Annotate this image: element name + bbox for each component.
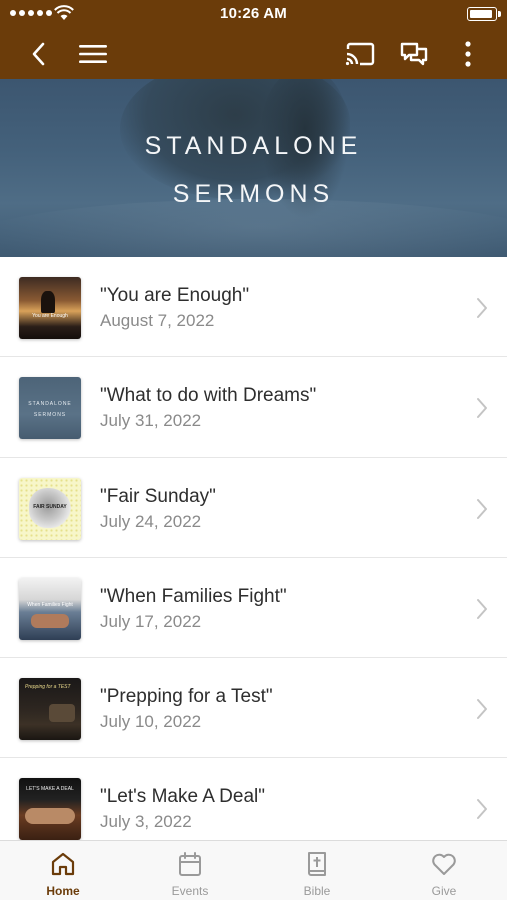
heart-icon — [432, 853, 456, 875]
tab-bible[interactable]: Bible — [254, 841, 380, 900]
sermon-date: July 24, 2022 — [100, 511, 202, 531]
chevron-right-icon — [477, 799, 487, 820]
navigation-bar — [0, 28, 507, 79]
tab-label: Give — [431, 884, 457, 898]
thumbnail-text: When Families Fight — [27, 601, 73, 608]
sermon-list-item[interactable]: LET'S MAKE A DEAL "Let's Make A Deal" Ju… — [0, 758, 507, 840]
hamburger-menu-icon — [79, 45, 107, 63]
series-title-line-2: SERMONS — [172, 180, 335, 208]
sermon-title: "Let's Make A Deal" — [100, 786, 265, 808]
sermon-list-item[interactable]: STANDALONE SERMONS "What to do with Drea… — [0, 357, 507, 458]
sermon-list-item[interactable]: FAIR SUNDAY "Fair Sunday" July 24, 2022 — [0, 458, 507, 558]
sermon-date: August 7, 2022 — [100, 311, 215, 330]
chevron-right-icon — [477, 398, 487, 419]
series-title-line-1: STANDALONE — [144, 132, 363, 160]
sermon-thumbnail: STANDALONE SERMONS — [19, 377, 81, 440]
thumbnail-text: You are Enough — [32, 313, 68, 319]
thumbnail-text: STANDALONE — [28, 401, 72, 408]
sermon-title: "Fair Sunday" — [100, 485, 216, 507]
sermon-list-item[interactable]: When Families Fight "When Families Fight… — [0, 558, 507, 659]
top-bar: 10:26 AM — [0, 0, 507, 79]
sermon-title: "What to do with Dreams" — [100, 385, 317, 407]
sermon-list-item[interactable]: Prepping for a TEST "Prepping for a Test… — [0, 658, 507, 759]
sermon-thumbnail: FAIR SUNDAY — [19, 477, 81, 540]
tab-give[interactable]: Give — [381, 841, 507, 900]
chevron-right-icon — [477, 699, 487, 720]
home-icon — [51, 852, 75, 876]
sermon-date: July 31, 2022 — [100, 411, 202, 431]
menu-button[interactable] — [75, 36, 111, 72]
cast-icon — [345, 42, 375, 66]
chevron-right-icon — [477, 598, 487, 619]
tab-home[interactable]: Home — [0, 841, 126, 900]
sermon-list: You are Enough "You are Enough" August 7… — [0, 257, 507, 840]
sermon-title: "When Families Fight" — [100, 585, 287, 607]
thumbnail-text: Prepping for a TEST — [25, 684, 71, 691]
status-bar: 10:26 AM — [0, 0, 507, 28]
sermon-date: July 17, 2022 — [100, 611, 202, 631]
sermon-thumbnail: When Families Fight — [19, 577, 81, 640]
tab-label: Home — [46, 884, 80, 898]
sermon-thumbnail: You are Enough — [19, 277, 81, 339]
bottom-tab-bar: Home Events Bible Give — [0, 840, 507, 900]
cast-button[interactable] — [342, 36, 378, 72]
bible-icon — [308, 852, 326, 876]
thumbnail-text: FAIR SUNDAY — [33, 503, 67, 510]
series-header-banner: STANDALONE SERMONS — [0, 79, 507, 257]
tab-label: Bible — [303, 884, 331, 898]
tab-label: Events — [171, 884, 209, 898]
sermon-title: "You are Enough" — [100, 285, 250, 306]
battery-icon — [467, 7, 501, 21]
sermon-title: "Prepping for a Test" — [100, 686, 273, 708]
thumbnail-text: SERMONS — [33, 412, 67, 419]
chevron-left-icon — [32, 42, 45, 66]
status-time: 10:26 AM — [220, 5, 287, 22]
sermon-thumbnail: LET'S MAKE A DEAL — [19, 778, 81, 840]
back-button[interactable] — [20, 36, 56, 72]
calendar-icon — [179, 852, 201, 876]
sermon-list-item[interactable]: You are Enough "You are Enough" August 7… — [0, 257, 507, 358]
sermon-date: July 10, 2022 — [100, 712, 202, 732]
sermon-thumbnail: Prepping for a TEST — [19, 678, 81, 741]
chevron-right-icon — [477, 498, 487, 519]
chat-icon — [400, 42, 428, 66]
more-vertical-icon — [465, 41, 471, 67]
more-options-button[interactable] — [450, 36, 486, 72]
thumbnail-text: LET'S MAKE A DEAL — [26, 786, 74, 793]
chevron-right-icon — [477, 298, 487, 318]
sermon-date: July 3, 2022 — [100, 812, 192, 832]
tab-events[interactable]: Events — [127, 841, 253, 900]
chat-button[interactable] — [396, 36, 432, 72]
